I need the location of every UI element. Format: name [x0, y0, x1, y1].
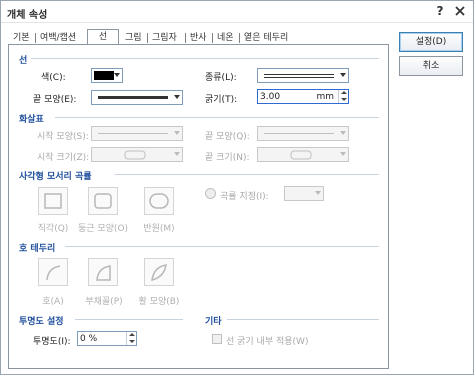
object-properties-dialog: 개체 속성 ? 기본 여백/캡션 선 그림 그림자 반사 네온 옅은 테두리 선… — [0, 0, 474, 375]
group-title-transparency: 투명도 설정 — [19, 317, 64, 327]
inner-line-width-checkbox[interactable] — [212, 334, 222, 344]
tab-shadow[interactable]: 그림자 — [152, 31, 177, 45]
chord-icon — [151, 264, 167, 282]
semicircle-corner-icon — [149, 193, 169, 209]
group-title-corner: 사각형 모서리 곡률 — [19, 172, 92, 182]
arc-caption: 호(A) — [42, 297, 64, 307]
pie-button[interactable] — [88, 258, 118, 286]
line-width-spinner[interactable]: 3.00 mm — [257, 89, 349, 104]
arrow-start-size-combo[interactable] — [91, 147, 183, 162]
line-type-combo[interactable] — [257, 68, 349, 83]
chord-button[interactable] — [144, 258, 174, 286]
arrow-end-shape-combo[interactable] — [257, 126, 349, 141]
line-width-value: 3.00 — [260, 92, 281, 102]
tab-reflection[interactable]: 반사 — [190, 31, 207, 45]
arrow-start-size-label: 시작 크기(Z): — [37, 153, 90, 163]
line-color-label: 색(C): — [41, 73, 66, 83]
dialog-title: 개체 속성 — [7, 10, 48, 21]
tab-picture[interactable]: 그림 — [125, 31, 142, 45]
close-icon — [455, 6, 465, 16]
line-end-label: 끝 모양(E): — [33, 95, 77, 105]
corner-semicircle-caption: 반원(M) — [143, 224, 175, 234]
group-title-arc: 호 테두리 — [19, 244, 56, 254]
inner-line-width-label: 선 굵기 내부 적용(W) — [226, 337, 309, 347]
group-title-other: 기타 — [205, 317, 222, 327]
custom-curvature-label: 곡률 지정(I): — [220, 192, 269, 202]
cancel-button[interactable]: 취소 — [399, 56, 463, 76]
help-button[interactable]: ? — [433, 4, 447, 18]
corner-rounded-button[interactable] — [88, 187, 118, 215]
rounded-corner-icon — [94, 193, 112, 209]
chord-caption: 활 모양(B) — [138, 297, 180, 307]
tab-soft-edge[interactable]: 옅은 테두리 — [244, 31, 288, 45]
line-width-unit: mm — [316, 92, 334, 102]
custom-curvature-spinner[interactable] — [284, 186, 324, 201]
close-button[interactable] — [452, 3, 468, 19]
group-title-line: 선 — [19, 56, 28, 66]
group-title-arrow: 화살표 — [19, 115, 44, 125]
arc-icon — [46, 265, 61, 281]
corner-semicircle-button[interactable] — [144, 187, 174, 215]
corner-rounded-caption: 둥근 모양(O) — [77, 224, 129, 234]
tab-basic[interactable]: 기본 — [13, 31, 30, 45]
tab-neon[interactable]: 네온 — [217, 31, 234, 45]
pie-caption: 부채꼴(P) — [85, 297, 123, 307]
color-swatch — [94, 71, 114, 80]
transparency-spinner[interactable]: 0 % — [77, 331, 137, 346]
custom-curvature-radio[interactable] — [205, 188, 216, 199]
line-type-label: 종류(L): — [205, 73, 237, 83]
arc-button[interactable] — [38, 258, 68, 286]
corner-square-caption: 직각(Q) — [37, 224, 69, 234]
arrow-end-size-label: 끝 크기(N): — [205, 153, 250, 163]
ok-button[interactable]: 설정(D) — [399, 32, 463, 52]
arrow-end-shape-label: 끝 모양(Q): — [205, 132, 250, 142]
tab-margin-caption[interactable]: 여백/캡션 — [40, 31, 76, 45]
arrow-end-size-combo[interactable] — [257, 147, 349, 162]
arrow-start-shape-combo[interactable] — [91, 126, 183, 141]
arrow-start-shape-label: 시작 모양(S): — [37, 132, 89, 142]
pie-icon — [96, 265, 111, 281]
transparency-label: 투명도(I): — [33, 337, 71, 347]
transparency-value: 0 % — [80, 334, 98, 344]
square-corner-icon — [44, 193, 62, 209]
line-width-label: 굵기(T): — [205, 95, 238, 105]
corner-square-button[interactable] — [38, 187, 68, 215]
line-end-combo[interactable] — [91, 90, 183, 105]
title-bar: 개체 속성 ? — [1, 1, 473, 23]
line-color-picker[interactable] — [91, 68, 123, 83]
